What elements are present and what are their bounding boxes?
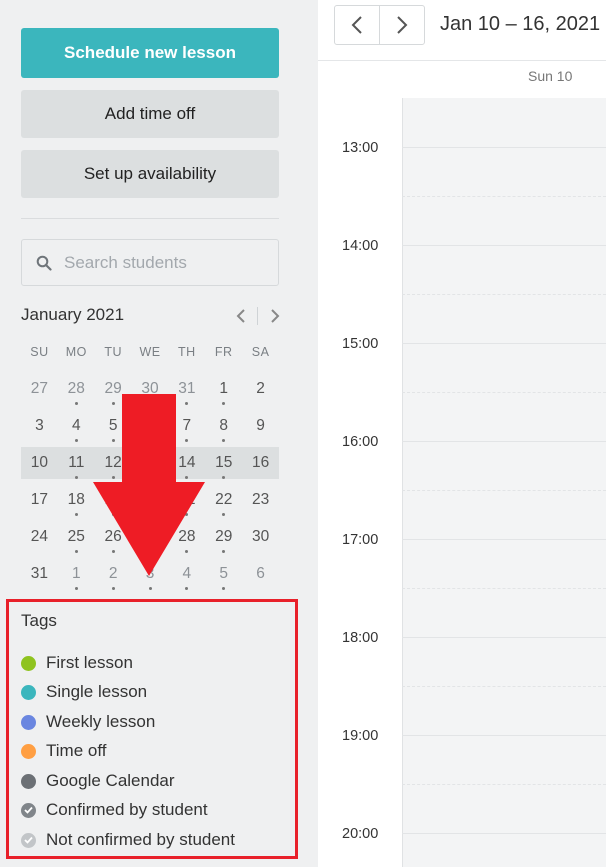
hour-label: 18:00 [342, 630, 379, 646]
calendar-day[interactable]: 25 [58, 521, 95, 553]
half-hour-line [402, 294, 606, 295]
hour-label: 20:00 [342, 826, 379, 842]
calendar-day[interactable]: 10 [21, 447, 58, 479]
time-column [318, 98, 402, 867]
weekday-label: FR [214, 345, 233, 359]
calendar-day[interactable]: 17 [21, 484, 58, 516]
hour-label: 17:00 [342, 532, 379, 548]
hour-line [402, 735, 606, 736]
calendar-day[interactable]: 28 [58, 373, 95, 405]
calendar-day[interactable]: 22 [205, 484, 242, 516]
chevron-right-icon [397, 16, 408, 34]
hour-line [402, 343, 606, 344]
hour-label: 14:00 [342, 238, 379, 254]
next-month-button[interactable] [265, 305, 285, 327]
half-hour-line [402, 686, 606, 687]
calendar-toolbar: Jan 10 – 16, 2021 Sun 10 [318, 0, 606, 98]
half-hour-line [402, 196, 606, 197]
calendar-day[interactable]: 11 [58, 447, 95, 479]
calendar-day[interactable]: 27 [21, 373, 58, 405]
week-navigation [334, 5, 425, 45]
calendar-day[interactable]: 1 [58, 558, 95, 590]
schedule-new-lesson-button[interactable]: Schedule new lesson [21, 28, 279, 78]
calendar-day[interactable]: 1 [205, 373, 242, 405]
half-hour-line [402, 392, 606, 393]
half-hour-line [402, 784, 606, 785]
divider [257, 307, 258, 325]
chevron-right-icon [271, 309, 280, 323]
calendar-day[interactable]: 4 [58, 410, 95, 442]
chevron-left-icon [236, 309, 245, 323]
calendar-day[interactable]: 29 [205, 521, 242, 553]
mini-calendar-title: January 2021 [21, 305, 125, 324]
weekday-label: MO [65, 345, 87, 359]
hour-label: 15:00 [342, 336, 379, 352]
hour-line [402, 833, 606, 834]
previous-week-button[interactable] [335, 6, 380, 44]
annotation-highlight-box [6, 599, 298, 859]
set-up-availability-button[interactable]: Set up availability [21, 150, 279, 198]
chevron-left-icon [351, 16, 362, 34]
hour-line [402, 637, 606, 638]
day-column-header: Sun 10 [528, 68, 573, 84]
divider [21, 218, 279, 219]
half-hour-line [402, 588, 606, 589]
calendar-day[interactable]: 18 [58, 484, 95, 516]
previous-month-button[interactable] [231, 305, 251, 327]
divider [318, 60, 606, 61]
calendar-main: Jan 10 – 16, 2021 Sun 10 13:00 14:00 15:… [318, 0, 606, 867]
annotation-arrow-icon [93, 394, 205, 576]
hour-line [402, 147, 606, 148]
calendar-day[interactable]: 5 [205, 558, 242, 590]
calendar-day[interactable]: 8 [205, 410, 242, 442]
calendar-day[interactable]: 2 [242, 373, 279, 405]
hour-line [402, 539, 606, 540]
weekday-label: TU [104, 345, 122, 359]
hour-line [402, 245, 606, 246]
divider [402, 98, 403, 867]
hour-line [402, 441, 606, 442]
hour-label: 16:00 [342, 434, 379, 450]
hour-label: 19:00 [342, 728, 379, 744]
weekday-label: SU [30, 345, 49, 359]
search-icon [36, 255, 52, 271]
calendar-day[interactable]: 3 [21, 410, 58, 442]
calendar-day[interactable]: 31 [21, 558, 58, 590]
weekday-label: TH [178, 345, 196, 359]
calendar-day[interactable]: 16 [242, 447, 279, 479]
next-week-button[interactable] [380, 6, 424, 44]
sidebar: Schedule new lesson Add time off Set up … [0, 0, 318, 867]
weekday-label: SA [251, 345, 270, 359]
half-hour-line [402, 490, 606, 491]
hour-label: 13:00 [342, 140, 379, 156]
calendar-day[interactable]: 30 [242, 521, 279, 553]
calendar-day[interactable]: 23 [242, 484, 279, 516]
search-students-input[interactable] [64, 252, 264, 273]
calendar-day[interactable]: 9 [242, 410, 279, 442]
add-time-off-button[interactable]: Add time off [21, 90, 279, 138]
calendar-day[interactable]: 15 [205, 447, 242, 479]
date-range-title: Jan 10 – 16, 2021 [440, 13, 601, 35]
weekday-label: WE [139, 345, 161, 359]
calendar-day[interactable]: 24 [21, 521, 58, 553]
search-box[interactable] [21, 239, 279, 286]
weekday-header: SU MO TU WE TH FR SA [21, 345, 279, 359]
calendar-day[interactable]: 6 [242, 558, 279, 590]
